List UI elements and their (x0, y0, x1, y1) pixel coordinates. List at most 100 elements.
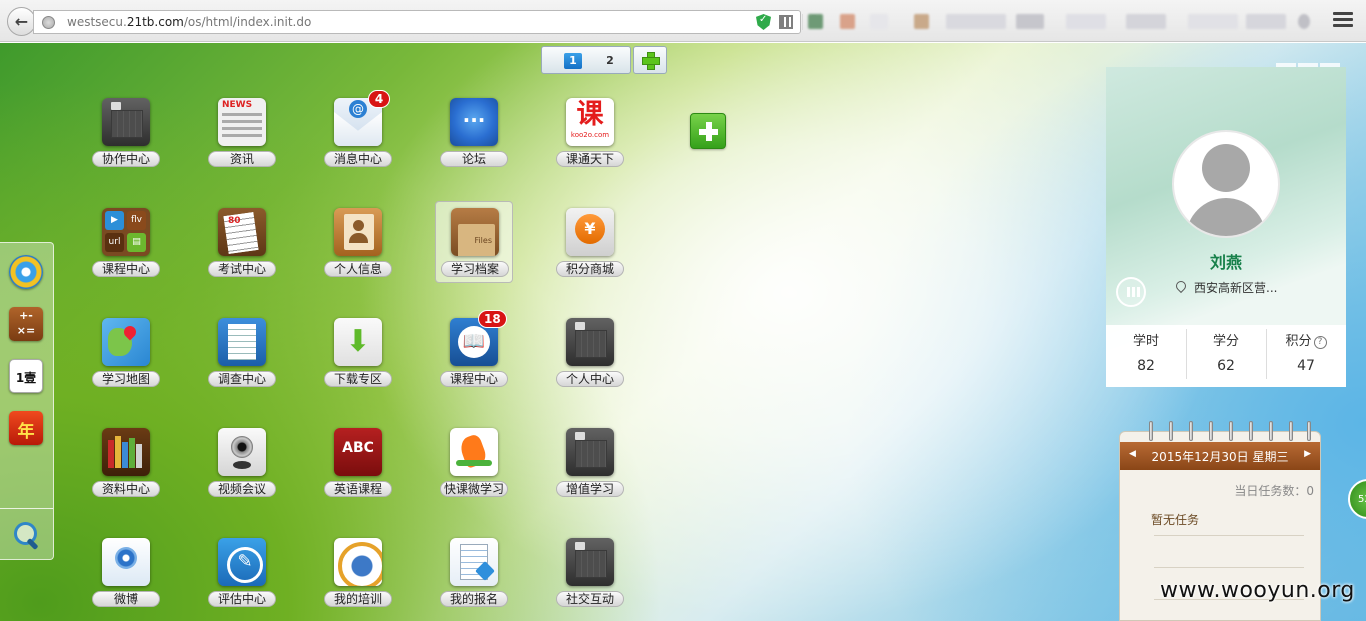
stat-label: 积分 (1285, 334, 1312, 349)
url-tile: url (105, 233, 124, 252)
app-messages[interactable]: @ 4 消息中心 (322, 88, 394, 167)
page-tab-2[interactable]: 2 (601, 53, 619, 69)
help-icon[interactable]: ? (1313, 336, 1327, 349)
runner-icon (450, 428, 498, 476)
forum-chat-icon (450, 98, 498, 146)
abc-book-icon (334, 428, 382, 476)
app-my-training[interactable]: 我的培训 (322, 528, 394, 607)
app-label: 课通天下 (556, 151, 624, 167)
app-weibo[interactable]: 微博 (90, 528, 162, 607)
url-divider (802, 14, 803, 30)
app-survey-center[interactable]: 调查中心 (206, 308, 278, 387)
pause-icon[interactable] (1116, 277, 1146, 307)
floating-status-bubble[interactable]: 52 (1348, 479, 1366, 519)
app-course-center-2[interactable]: 18 课程中心 (438, 308, 510, 387)
stat-points[interactable]: 积分? 47 (1266, 330, 1346, 374)
app-label: 视频会议 (208, 481, 276, 497)
app-download-zone[interactable]: 下载专区 (322, 308, 394, 387)
bookshelf-icon (102, 428, 150, 476)
news-icon-text: NEWS (222, 100, 253, 110)
url-text[interactable]: westsecu.21tb.com/os/html/index.init.do (67, 15, 311, 29)
app-exam-center[interactable]: 80 考试中心 (206, 198, 278, 277)
stat-value: 47 (1297, 358, 1315, 374)
value-added-icon (566, 428, 614, 476)
back-arrow-icon[interactable]: ← (7, 7, 36, 36)
app-news[interactable]: NEWS 资讯 (206, 88, 278, 167)
watermark-text: www.wooyun.org (1160, 578, 1355, 603)
app-value-added-learning[interactable]: 增值学习 (554, 418, 626, 497)
app-evaluation-center[interactable]: 评估中心 (206, 528, 278, 607)
app-label: 个人中心 (556, 371, 624, 387)
calendar-date: 2015年12月30日 星期三 (1151, 450, 1289, 464)
app-label: 调查中心 (208, 371, 276, 387)
browser-toolbar: ← westsecu.21tb.com/os/html/index.init.d… (0, 0, 1366, 42)
course-media-icon: ▶ flv url ▤ (102, 208, 150, 256)
hamburger-menu-icon[interactable] (1333, 12, 1353, 30)
calendar-rings (1119, 421, 1321, 443)
user-name[interactable]: 刘燕 (1106, 249, 1346, 273)
no-task-text: 暂无任务 (1151, 513, 1200, 527)
add-page-button[interactable] (633, 46, 667, 74)
page-tab-1[interactable]: 1 (564, 53, 582, 69)
desktop: 1 2 协作中心 NEWS 资讯 @ 4 消息中心 论坛 课 koo2o.com… (0, 43, 1366, 621)
blurred-bookmarks (808, 14, 1318, 29)
app-quick-micro-learning[interactable]: 快课微学习 (438, 418, 510, 497)
app-my-signup[interactable]: 我的报名 (438, 528, 510, 607)
app-english-course[interactable]: 英语课程 (322, 418, 394, 497)
app-store-icon[interactable] (9, 255, 43, 289)
app-label: 微博 (92, 591, 160, 607)
app-label: 快课微学习 (440, 481, 508, 497)
stat-label: 学时 (1132, 334, 1159, 349)
app-course-center[interactable]: ▶ flv url ▤ 课程中心 (90, 198, 162, 277)
location-pin-icon (1173, 278, 1189, 294)
calendar-rule (1154, 535, 1304, 536)
shield-icon[interactable] (756, 14, 771, 30)
stat-value: 62 (1217, 358, 1235, 374)
app-points-mall[interactable]: 积分商城 (554, 198, 626, 277)
survey-clipboard-icon (218, 318, 266, 366)
page-switcher: 1 2 (541, 46, 631, 74)
app-label: 增值学习 (556, 481, 624, 497)
address-bar[interactable]: westsecu.21tb.com/os/html/index.init.do … (33, 10, 823, 34)
app-learning-archive[interactable]: 学习档案 (435, 201, 513, 283)
number-converter-icon[interactable] (9, 359, 43, 393)
app-collaboration[interactable]: 协作中心 (90, 88, 162, 167)
app-label: 课程中心 (92, 261, 160, 277)
calculator-icon[interactable] (9, 307, 43, 341)
app-label: 消息中心 (324, 151, 392, 167)
calendar-year-icon[interactable] (9, 411, 43, 445)
add-app-button[interactable] (690, 113, 726, 149)
app-forum[interactable]: 论坛 (438, 88, 510, 167)
app-learning-map[interactable]: 学习地图 (90, 308, 162, 387)
app-label: 协作中心 (92, 151, 160, 167)
webcam-icon (218, 428, 266, 476)
map-pin-icon (102, 318, 150, 366)
app-personal-center[interactable]: 个人中心 (554, 308, 626, 387)
stat-hours[interactable]: 学时 82 (1106, 330, 1186, 374)
search-icon[interactable] (13, 521, 43, 551)
app-social-interaction[interactable]: 社交互动 (554, 528, 626, 607)
calendar-header: ◀ 2015年12月30日 星期三 ▶ (1120, 442, 1320, 470)
task-count: 当日任务数：0 (1234, 484, 1314, 498)
stat-value: 82 (1137, 358, 1155, 374)
download-arrow-icon (334, 318, 382, 366)
weibo-icon (102, 538, 150, 586)
contact-book-icon (334, 208, 382, 256)
app-label: 我的报名 (440, 591, 508, 607)
stat-label: 学分 (1212, 334, 1239, 349)
app-personal-info[interactable]: 个人信息 (322, 198, 394, 277)
files-folder-icon (451, 208, 499, 256)
app-label: 英语课程 (324, 481, 392, 497)
stat-credits[interactable]: 学分 62 (1186, 330, 1266, 374)
news-icon: NEWS (218, 98, 266, 146)
app-video-conference[interactable]: 视频会议 (206, 418, 278, 497)
app-ke-tong-tian-xia[interactable]: 课 koo2o.com 课通天下 (554, 88, 626, 167)
qr-code-icon[interactable] (779, 15, 793, 29)
app-resource-center[interactable]: 资料中心 (90, 418, 162, 497)
app-label: 社交互动 (556, 591, 624, 607)
unread-badge: 4 (368, 90, 390, 108)
next-day-icon[interactable]: ▶ (1304, 449, 1311, 459)
training-badge-icon (334, 538, 382, 586)
avatar[interactable] (1172, 130, 1280, 238)
app-label: 考试中心 (208, 261, 276, 277)
